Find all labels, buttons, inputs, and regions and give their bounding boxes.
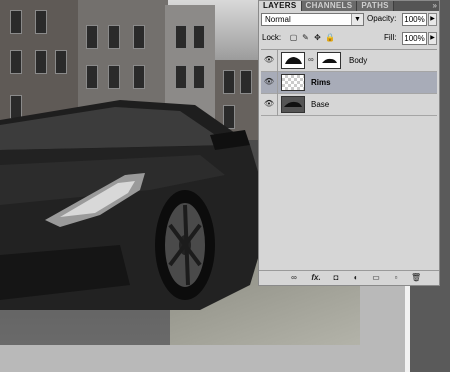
fill-field[interactable]: 100% [402,32,427,45]
add-mask-icon[interactable]: ◘ [331,273,341,283]
layer-row-base[interactable]: 👁 Base [261,94,437,116]
layer-name[interactable]: Body [349,56,367,65]
opacity-field[interactable]: 100% [402,13,427,26]
layers-panel: LAYERS CHANNELS PATHS » Normal ▼ Opacity… [258,0,440,286]
canvas-pasteboard [0,345,405,372]
lock-image-pixels-icon[interactable]: ✎ [301,33,310,42]
divider [277,72,278,94]
canvas-pasteboard [360,280,405,372]
group-folder-icon[interactable]: ▭ [371,273,381,283]
chevron-down-icon[interactable]: ▼ [351,14,363,25]
divider [277,94,278,116]
mask-link-icon[interactable]: ∞ [308,55,314,64]
eye-icon[interactable]: 👁 [263,54,275,66]
layer-mask-thumbnail[interactable] [317,52,341,69]
new-layer-icon[interactable]: ▫ [391,273,401,283]
eye-icon[interactable]: 👁 [263,98,275,110]
adjustment-layer-icon[interactable]: ◐ [351,273,361,283]
eye-icon[interactable]: 👁 [263,76,275,88]
tab-channels[interactable]: CHANNELS [301,1,358,11]
layer-thumbnail [281,52,305,69]
layer-name[interactable]: Base [311,100,329,109]
layers-list: 👁 ∞ Body 👁 Rims 👁 Base [261,49,437,270]
lock-label: Lock: [262,33,282,42]
lock-transparent-pixels-icon[interactable]: ▢ [289,33,298,42]
blend-row: Normal ▼ Opacity: 100% ▶ [261,13,437,27]
panel-footer: ∞ fx. ◘ ◐ ▭ ▫ 🗑 [259,270,439,285]
trash-icon[interactable]: 🗑 [411,273,421,283]
layer-row-rims[interactable]: 👁 Rims [261,72,437,94]
layer-name[interactable]: Rims [311,78,331,87]
blend-mode-value: Normal [265,15,291,24]
layer-thumbnail [281,96,305,113]
fx-icon[interactable]: fx. [309,273,323,283]
fill-label: Fill: [384,33,397,42]
blend-mode-select[interactable]: Normal ▼ [261,13,364,26]
divider [277,50,278,72]
panel-tab-bar: LAYERS CHANNELS PATHS » [259,1,439,11]
layer-row-body[interactable]: 👁 ∞ Body [261,50,437,72]
lock-position-icon[interactable]: ✥ [313,33,322,42]
car-image [0,95,270,320]
panel-menu-icon[interactable]: » [433,1,437,11]
opacity-label: Opacity: [367,14,397,23]
fill-slider-arrow-icon[interactable]: ▶ [428,32,437,45]
lock-all-icon[interactable]: 🔒 [325,33,335,42]
lock-row: Lock: ▢ ✎ ✥ 🔒 Fill: 100% ▶ [261,32,437,46]
opacity-slider-arrow-icon[interactable]: ▶ [428,13,437,26]
tab-paths[interactable]: PATHS [357,1,394,11]
tab-layers[interactable]: LAYERS [259,1,302,11]
link-layers-icon[interactable]: ∞ [289,273,299,283]
layer-thumbnail [281,74,305,91]
